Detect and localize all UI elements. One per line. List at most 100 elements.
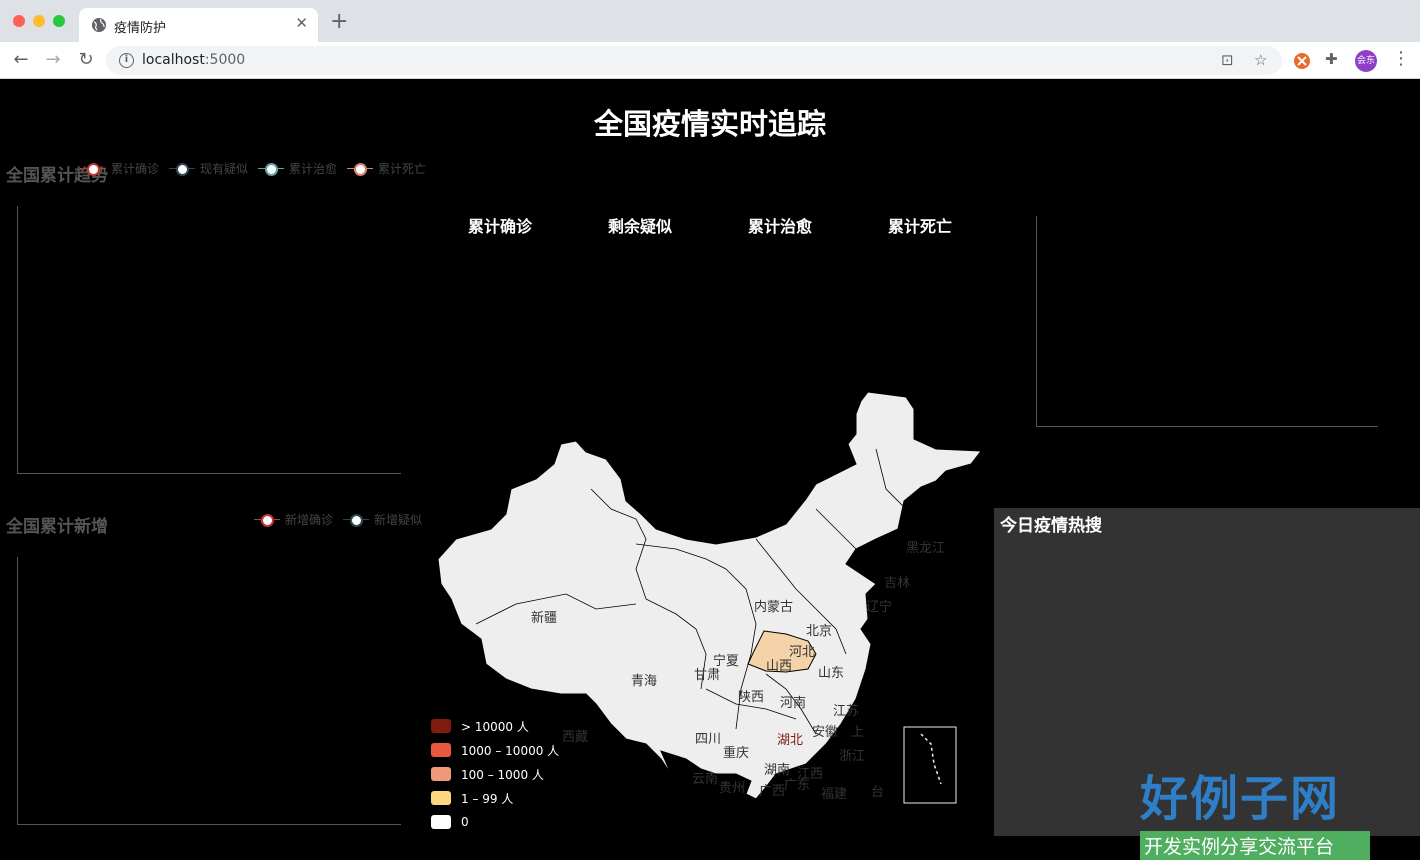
province-label: 湖北 bbox=[777, 733, 803, 748]
map-legend-item[interactable]: > 10000 人 bbox=[431, 714, 559, 738]
province-label: 山东 bbox=[818, 666, 844, 681]
nine-dash-line bbox=[920, 733, 942, 785]
map-legend-item[interactable]: 1 – 99 人 bbox=[431, 786, 559, 810]
new-legend: 新增确诊 新增疑似 bbox=[254, 511, 422, 528]
new-chart-area bbox=[17, 557, 401, 825]
legend-marker-icon bbox=[80, 162, 106, 176]
legend-marker-icon bbox=[169, 162, 196, 176]
province-label: 宁夏 bbox=[713, 653, 739, 669]
province-label: 内蒙古 bbox=[754, 599, 793, 615]
page-content: 全国疫情实时追踪 全国累计趋势 累计确诊 现有疑似 累计治愈 累计死亡 全国累计… bbox=[0, 79, 1420, 860]
close-window-button[interactable] bbox=[13, 15, 25, 27]
province-label: 吉林 bbox=[884, 576, 910, 591]
legend-item-dead[interactable]: 累计死亡 bbox=[347, 160, 426, 177]
province-label: 北京 bbox=[806, 624, 832, 639]
province-label: 青海 bbox=[631, 674, 657, 689]
stat-suspected-label: 剩余疑似 bbox=[607, 217, 672, 236]
legend-item-suspected[interactable]: 现有疑似 bbox=[169, 160, 248, 177]
province-label: 贵州 bbox=[719, 781, 745, 796]
browser-chrome: 疫情防护 ✕ + ← → ↻ i localhost:5000 ⊡ ☆ ✚ 会东… bbox=[0, 0, 1420, 79]
map-legend-item[interactable]: 1000 – 10000 人 bbox=[431, 738, 559, 762]
legend-item-cured[interactable]: 累计治愈 bbox=[258, 160, 337, 177]
new-tab-button[interactable]: + bbox=[330, 11, 348, 33]
maximize-window-button[interactable] bbox=[53, 15, 65, 27]
legend-label: 新增确诊 bbox=[285, 513, 334, 527]
province-label: 上 bbox=[851, 725, 864, 740]
watermark-logo: 好例子网 开发实例分享交流平台 bbox=[1140, 759, 1370, 860]
reload-icon[interactable]: ↻ bbox=[75, 49, 97, 71]
legend-swatch bbox=[431, 719, 451, 733]
url-host: localhost bbox=[142, 52, 205, 68]
stat-confirmed-label: 累计确诊 bbox=[467, 217, 532, 236]
back-arrow-icon[interactable]: ← bbox=[10, 49, 32, 71]
url-text: localhost:5000 bbox=[142, 52, 245, 68]
browser-toolbar: ← → ↻ i localhost:5000 ⊡ ☆ ✚ 会东 ⋮ bbox=[0, 42, 1420, 79]
south-sea-inset bbox=[903, 726, 957, 804]
province-label: 山西 bbox=[766, 659, 792, 674]
province-label: 黑龙江 bbox=[906, 541, 945, 556]
menu-icon[interactable]: ⋮ bbox=[1392, 48, 1410, 69]
legend-label: 累计治愈 bbox=[289, 162, 338, 176]
globe-icon bbox=[92, 18, 106, 32]
province-label: 陕西 bbox=[738, 690, 764, 705]
legend-label: 1 – 99 人 bbox=[461, 791, 514, 806]
province-label: 河南 bbox=[780, 695, 806, 711]
province-label: 江苏 bbox=[833, 703, 859, 719]
star-icon[interactable]: ☆ bbox=[1254, 51, 1267, 69]
legend-label: 100 – 1000 人 bbox=[461, 767, 544, 782]
close-tab-icon[interactable]: ✕ bbox=[295, 14, 308, 32]
legend-label: 1000 – 10000 人 bbox=[461, 743, 560, 758]
tab-title: 疫情防护 bbox=[114, 21, 167, 36]
trend-chart-area bbox=[17, 206, 401, 474]
province-label: 新疆 bbox=[531, 610, 557, 626]
hot-search-title: 今日疫情热搜 bbox=[1000, 516, 1102, 536]
minimize-window-button[interactable] bbox=[33, 15, 45, 27]
map-legend-item[interactable]: 100 – 1000 人 bbox=[431, 762, 559, 786]
stat-dead-label: 累计死亡 bbox=[887, 217, 952, 236]
right-top-chart-area bbox=[1036, 216, 1378, 427]
legend-label: 现有疑似 bbox=[200, 162, 249, 176]
legend-marker-icon bbox=[254, 513, 280, 527]
province-label: 重庆 bbox=[723, 745, 749, 761]
province-label: 甘肃 bbox=[694, 668, 720, 683]
legend-marker-icon bbox=[347, 162, 374, 176]
legend-label: 累计死亡 bbox=[378, 162, 427, 176]
legend-item-new-confirmed[interactable]: 新增确诊 bbox=[254, 511, 333, 528]
province-label: 福建 bbox=[821, 787, 847, 802]
legend-swatch bbox=[431, 767, 451, 781]
province-label: 云南 bbox=[692, 771, 718, 787]
legend-swatch bbox=[431, 815, 451, 829]
province-label: 广东 bbox=[784, 778, 810, 793]
province-label: 西藏 bbox=[562, 730, 588, 745]
legend-label: 新增疑似 bbox=[374, 513, 423, 527]
extension-orange-icon[interactable] bbox=[1292, 51, 1312, 71]
page-title: 全国疫情实时追踪 bbox=[593, 107, 826, 141]
legend-item-confirmed[interactable]: 累计确诊 bbox=[80, 160, 159, 177]
map-legend: > 10000 人 1000 – 10000 人 100 – 1000 人 1 … bbox=[431, 714, 559, 834]
province-label: 四川 bbox=[695, 732, 721, 747]
browser-tab[interactable]: 疫情防护 ✕ bbox=[79, 8, 318, 42]
legend-marker-icon bbox=[258, 162, 285, 176]
legend-swatch bbox=[431, 743, 451, 757]
province-label: 河北 bbox=[789, 645, 815, 660]
info-icon[interactable]: i bbox=[119, 53, 134, 68]
avatar[interactable]: 会东 bbox=[1355, 50, 1377, 72]
address-bar[interactable]: i localhost:5000 ⊡ ☆ bbox=[106, 46, 1282, 75]
legend-label: 累计确诊 bbox=[111, 162, 160, 176]
forward-arrow-icon[interactable]: → bbox=[42, 49, 64, 71]
map-legend-item[interactable]: 0 bbox=[431, 810, 559, 834]
puzzle-icon[interactable]: ✚ bbox=[1325, 50, 1338, 68]
translate-icon[interactable]: ⊡ bbox=[1221, 51, 1234, 69]
watermark-subtitle: 开发实例分享交流平台 bbox=[1140, 831, 1370, 860]
new-panel-title: 全国累计新增 bbox=[6, 517, 108, 537]
trend-legend: 累计确诊 现有疑似 累计治愈 累计死亡 bbox=[80, 160, 426, 177]
url-port: :5000 bbox=[204, 52, 246, 68]
legend-item-new-suspected[interactable]: 新增疑似 bbox=[343, 511, 422, 528]
province-label: 湖南 bbox=[764, 762, 790, 778]
stat-cured-label: 累计治愈 bbox=[747, 217, 812, 236]
legend-swatch bbox=[431, 791, 451, 805]
province-label: 广西 bbox=[759, 784, 785, 799]
province-label: 台 bbox=[871, 785, 884, 800]
stats-row: 累计确诊 剩余疑似 累计治愈 累计死亡 bbox=[430, 213, 990, 237]
province-label: 辽宁 bbox=[866, 599, 892, 615]
